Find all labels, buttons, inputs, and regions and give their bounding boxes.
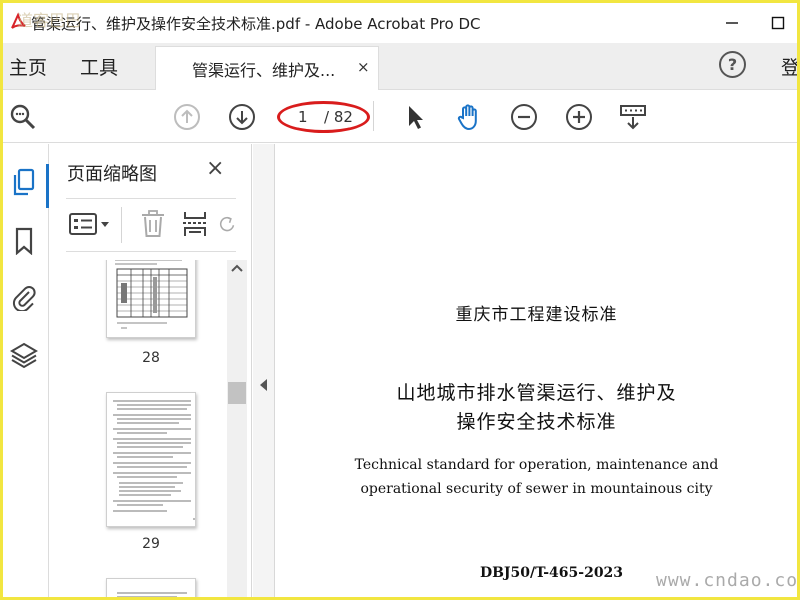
hand-tool-icon[interactable] — [453, 101, 485, 133]
maximize-icon[interactable] — [755, 3, 797, 43]
document-org: 重庆市工程建设标准 — [455, 305, 618, 325]
panel-title: 页面缩略图 — [67, 164, 157, 185]
scroll-mode-icon[interactable] — [617, 101, 649, 133]
thumbnail-page[interactable] — [106, 392, 196, 527]
collapse-panel-icon[interactable] — [259, 378, 269, 395]
current-page-input[interactable]: 1 — [298, 108, 308, 126]
document-tab[interactable]: 管渠运行、维护及... × — [155, 46, 379, 90]
document-title-en-line2: operational security of sewer in mountai… — [360, 481, 713, 497]
acrobat-window: 管渠运行、维护及操作安全技术标准.pdf - Adobe Acrobat Pro… — [3, 3, 797, 597]
close-tab-icon[interactable]: × — [357, 58, 370, 76]
thumbnail-list[interactable]: 28 29 — [66, 260, 226, 597]
previous-page-icon[interactable] — [171, 101, 203, 133]
thumbnail-page-number: 29 — [142, 536, 160, 552]
document-tab-label: 管渠运行、维护及... — [192, 61, 336, 80]
thumbnail-toolbar-divider — [121, 207, 122, 243]
menu-home[interactable]: 主页 — [9, 53, 47, 80]
thumbnail-options-icon[interactable] — [68, 209, 112, 239]
next-page-icon[interactable] — [226, 101, 258, 133]
help-icon[interactable]: ? — [719, 51, 746, 78]
thumbnail-scrollbar[interactable] — [227, 260, 247, 597]
menu-tools[interactable]: 工具 — [80, 53, 118, 80]
page-thumbnails-icon[interactable] — [9, 168, 39, 198]
zoom-out-icon[interactable] — [508, 101, 540, 133]
thumbnail-toolbar — [66, 198, 236, 252]
panel-collapse-strip[interactable] — [253, 144, 275, 597]
active-rail-indicator — [46, 164, 49, 208]
title-bar: 管渠运行、维护及操作安全技术标准.pdf - Adobe Acrobat Pro… — [3, 3, 797, 43]
scrollbar-thumb[interactable] — [228, 382, 246, 404]
window-title: 管渠运行、维护及操作安全技术标准.pdf - Adobe Acrobat Pro… — [31, 14, 481, 33]
zoom-search-icon[interactable] — [7, 101, 39, 133]
thumbnails-panel: 页面缩略图 × 28 29 — [50, 144, 252, 597]
document-title-cn-line1: 山地城市排水管渠运行、维护及 — [396, 382, 677, 404]
watermark-logo: 道客巴巴 — [17, 11, 82, 30]
scroll-up-icon[interactable] — [230, 263, 244, 276]
rotate-page-icon[interactable] — [218, 209, 236, 239]
left-icon-rail — [3, 144, 49, 597]
zoom-in-icon[interactable] — [563, 101, 595, 133]
watermark-site: www.cndao.com — [656, 570, 797, 591]
select-pointer-icon[interactable] — [399, 101, 431, 133]
layers-icon[interactable] — [9, 340, 39, 370]
document-title-en-line1: Technical standard for operation, mainte… — [354, 457, 719, 473]
minimize-icon[interactable] — [709, 3, 755, 43]
page-total-label: / 82 — [324, 108, 353, 126]
page-number-box[interactable]: 1 / 82 — [277, 101, 370, 133]
document-title-cn-line2: 操作安全技术标准 — [456, 411, 617, 433]
toolbar: 1 / 82 — [3, 91, 797, 143]
delete-page-icon[interactable] — [138, 209, 168, 239]
bookmarks-icon[interactable] — [9, 226, 39, 256]
toolbar-divider — [373, 101, 374, 131]
menu-bar: 主页 工具 管渠运行、维护及... × ? 登 — [3, 43, 797, 90]
document-page[interactable]: 重庆市工程建设标准 山地城市排水管渠运行、维护及 操作安全技术标准 Techni… — [276, 144, 797, 597]
thumbnail-page[interactable] — [106, 260, 196, 338]
close-panel-icon[interactable]: × — [206, 156, 224, 181]
thumbnail-page-number: 28 — [142, 350, 160, 366]
login-link[interactable]: 登 — [781, 53, 797, 80]
insert-page-icon[interactable] — [180, 209, 210, 239]
attachments-icon[interactable] — [9, 282, 39, 312]
thumbnail-page[interactable] — [106, 578, 196, 597]
